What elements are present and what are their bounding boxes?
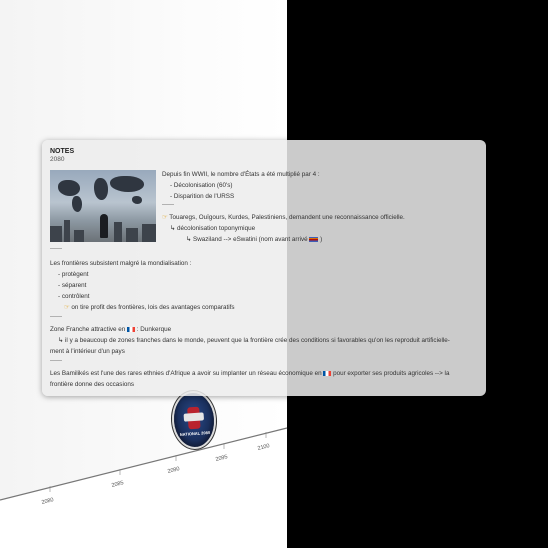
note-zones-detail-2: ment à l'intérieur d'un pays (50, 348, 125, 355)
note-bullet-urss: - Disparition de l'URSS (170, 193, 235, 200)
note-swaziland-text: ↳ Swaziland --> eSwatini (nom avant arri… (186, 236, 308, 243)
note-bamilikes: Les Bamilikés est l'une des rares ethnie… (50, 370, 449, 377)
timeline-label: 2100 (257, 443, 270, 452)
note-bullet-separent: - séparent (58, 282, 87, 289)
note-profit: ☞ on tire profit des frontières, lois de… (64, 304, 235, 311)
note-touaregs-text: Touaregs, Ouïgours, Kurdes, Palestiniens… (169, 214, 405, 221)
note-zone-franche: Zone Franche attractive en : Dunkerque (50, 326, 171, 333)
note-intro: Depuis fin WWII, le nombre d'États a été… (162, 171, 320, 178)
note-bullet-protegent: - protègent (58, 271, 89, 278)
note-bamilikes-text: Les Bamilikés est l'une des rares ethnie… (50, 370, 322, 377)
note-touaregs: ☞ Touaregs, Ouïgours, Kurdes, Palestinie… (162, 214, 405, 221)
france-flag-icon (127, 326, 136, 332)
note-zone-franche-end: : Dunkerque (136, 326, 172, 333)
note-frontieres: Les frontières subsistent malgré la mond… (50, 260, 192, 267)
person-silhouette (100, 214, 108, 238)
scene: 2080 2085 2090 2095 2100 NATIONAL 2080 NOTES… (0, 0, 548, 548)
timeline-label: 2095 (215, 454, 228, 463)
notes-card[interactable]: NOTES 2080 Depuis fin WWII, le nombre d'… (42, 140, 486, 396)
separator: —— (50, 358, 62, 364)
note-bullet-decolonisation: - Décolonisation (60's) (170, 182, 233, 189)
note-swaziland-end: ) (320, 236, 323, 243)
separator: —— (50, 314, 62, 320)
timeline-label: 2085 (111, 480, 124, 489)
note-bamilikes-end: pour exporter ses produits agricoles -->… (333, 370, 450, 377)
note-zones-detail: ↳ il y a beaucoup de zones franches dans… (58, 337, 450, 344)
note-swaziland: ↳ Swaziland --> eSwatini (nom avant arri… (186, 236, 322, 243)
note-profit-text: on tire profit des frontières, lois des … (71, 304, 235, 311)
france-flag-icon (323, 370, 332, 376)
pointing-hand-icon: ☞ (162, 214, 168, 221)
timeline-label: 2080 (41, 497, 54, 506)
pointing-hand-icon: ☞ (64, 304, 70, 311)
eswatini-flag-icon (309, 236, 319, 242)
world-map-image (50, 170, 156, 242)
note-toponymie: ↳ décolonisation toponymique (170, 225, 256, 232)
note-bullet-controlent: - contrôlent (58, 293, 90, 300)
separator: —— (50, 246, 62, 252)
note-bamilikes-2: frontière donne des occasions (50, 381, 135, 388)
note-zone-franche-text: Zone Franche attractive en (50, 326, 126, 333)
badge-text: NATIONAL 2080 (179, 429, 211, 438)
separator: —— (162, 202, 174, 208)
notes-subtitle: 2080 (50, 156, 65, 163)
timeline-label: 2090 (167, 466, 180, 475)
notes-title: NOTES (50, 148, 75, 155)
